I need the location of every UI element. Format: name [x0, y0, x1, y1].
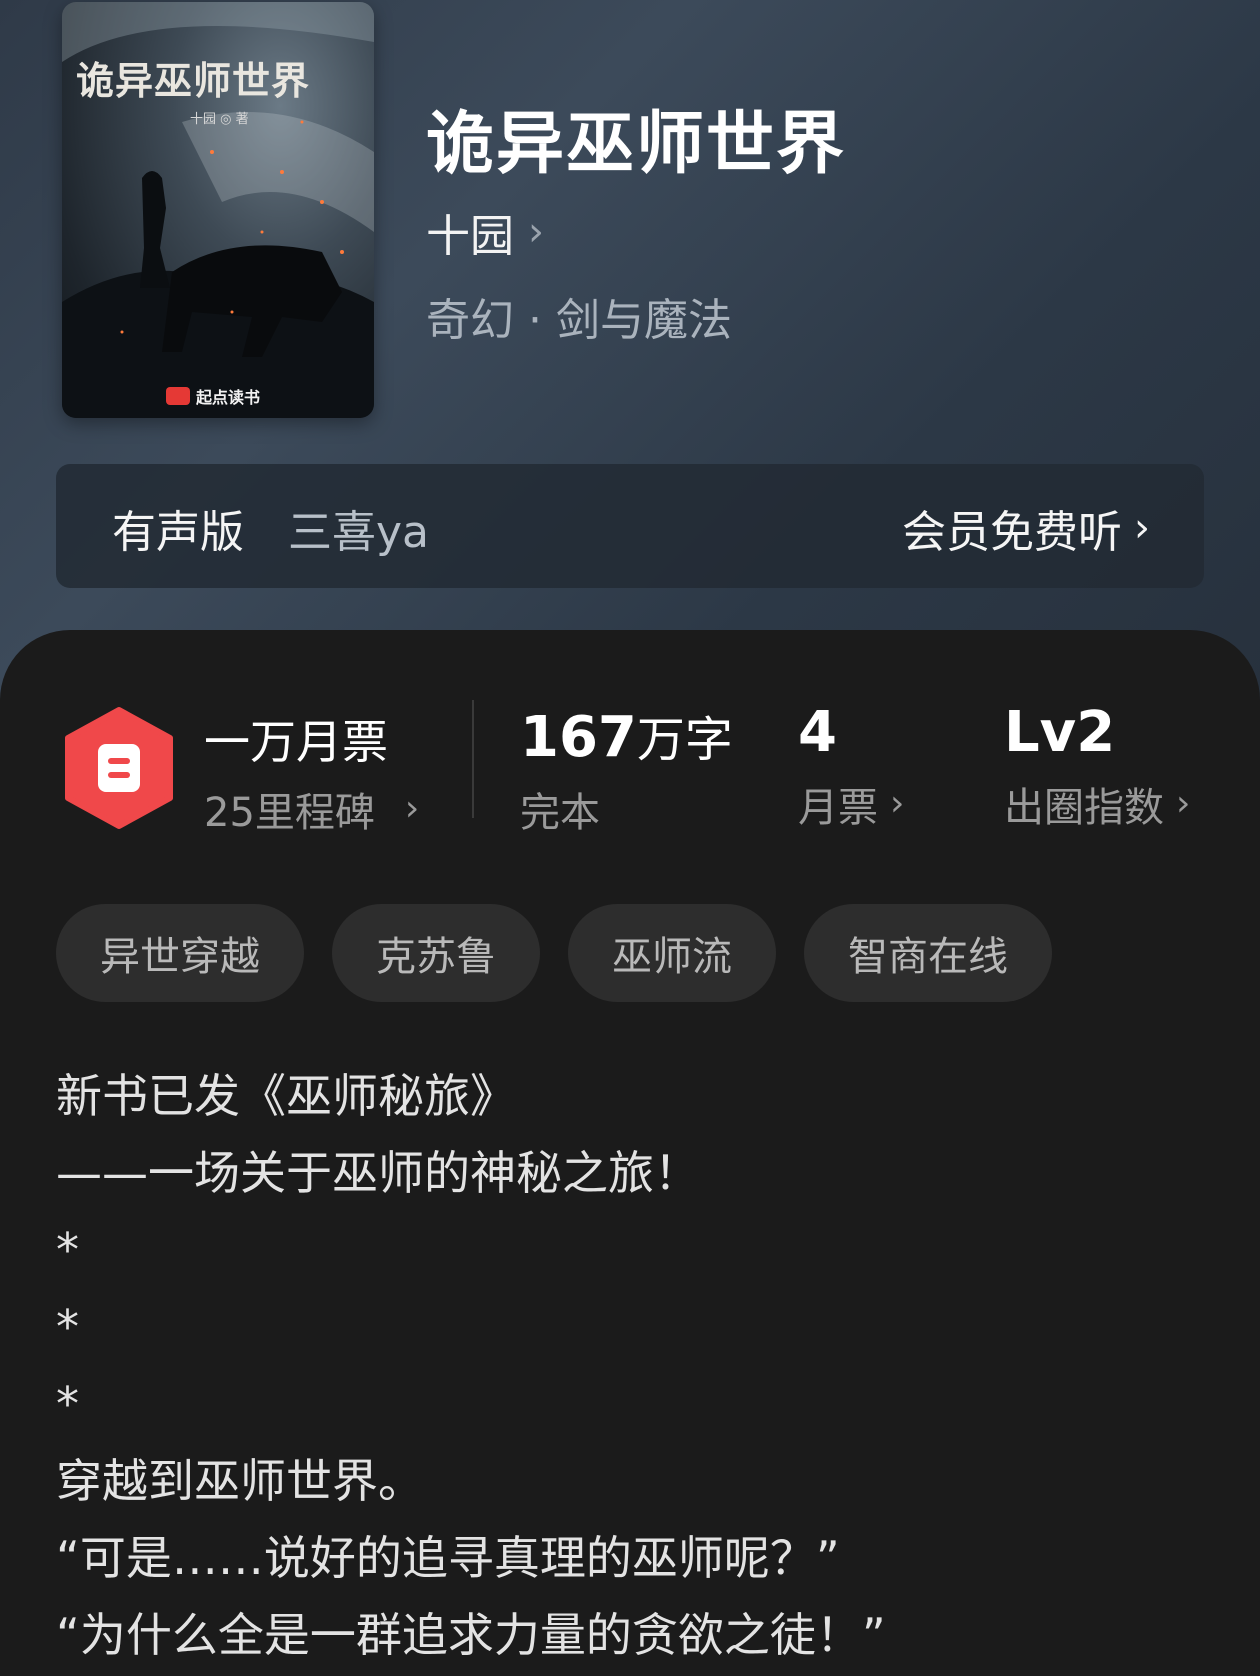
- author-name: 十园: [426, 211, 514, 262]
- word-count-unit: 万字: [636, 712, 733, 768]
- honor-sub: 25里程碑: [204, 790, 375, 836]
- monthly-tickets: 4: [798, 700, 904, 765]
- description-line: 新书已发《巫师秘旅》: [56, 1069, 516, 1123]
- book-description[interactable]: 新书已发《巫师秘旅》 ——一场关于巫师的神秘之旅！ * * * 穿越到巫师世界。…: [56, 1058, 1206, 1674]
- cover-title: 诡异巫师世界: [76, 58, 311, 103]
- description-line: *: [56, 1300, 79, 1354]
- influence-label: 出圈指数: [1004, 785, 1164, 831]
- word-count-number: 167: [520, 705, 637, 770]
- book-cover[interactable]: 诡异巫师世界 十园 ◎ 著 起点读书: [62, 2, 374, 418]
- chevron-right-icon: ›: [528, 209, 544, 255]
- tag-chip[interactable]: 异世穿越: [56, 904, 304, 1002]
- cover-author: 十园 ◎ 著: [190, 112, 249, 127]
- description-line: *: [56, 1377, 79, 1431]
- book-genre[interactable]: 奇幻 · 剑与魔法: [426, 284, 732, 348]
- monthly-tickets-label: 月票: [798, 785, 878, 831]
- chevron-right-icon: ›: [1176, 783, 1191, 824]
- influence-value: Lv2: [1004, 700, 1116, 765]
- cover-publisher-logo: 起点读书: [166, 384, 260, 408]
- description-line: 穿越到巫师世界。: [56, 1454, 424, 1508]
- description-line: “为什么全是一群追求力量的贪欲之徒！”: [56, 1608, 886, 1662]
- stats-divider: [472, 700, 474, 818]
- audio-narrator: 三喜ya: [288, 507, 430, 558]
- member-free-listen-button[interactable]: 会员免费听 ›: [902, 496, 1150, 560]
- cover-publisher-text: 起点读书: [196, 388, 261, 407]
- description-line: “可是……说好的追寻真理的巫师呢？”: [56, 1531, 840, 1585]
- tag-chip[interactable]: 巫师流: [568, 904, 776, 1002]
- author-link[interactable]: 十园 ›: [426, 200, 544, 264]
- word-count-stat: 167万字 完本: [520, 700, 733, 838]
- qidian-logo-icon: [166, 387, 190, 405]
- influence-stat[interactable]: Lv2 出圈指数 ›: [1004, 700, 1190, 833]
- word-count: 167万字: [520, 700, 733, 770]
- tag-chip[interactable]: 克苏鲁: [332, 904, 540, 1002]
- chevron-right-icon: ›: [1134, 505, 1150, 551]
- chevron-right-icon: ›: [890, 783, 905, 824]
- tag-chip[interactable]: 智商在线: [804, 904, 1052, 1002]
- book-status: 完本: [520, 780, 733, 838]
- monthly-tickets-value: 4: [798, 700, 837, 765]
- honor-stat[interactable]: 一万月票 25里程碑 ›: [204, 706, 419, 838]
- influence-sub: 出圈指数 ›: [1004, 775, 1190, 833]
- chevron-right-icon: ›: [404, 788, 420, 829]
- honor-title: 一万月票: [204, 715, 388, 769]
- monthly-tickets-stat[interactable]: 4 月票 ›: [798, 700, 904, 833]
- monthly-ticket-badge-icon[interactable]: [62, 706, 176, 830]
- book-title: 诡异巫师世界: [426, 104, 847, 184]
- monthly-tickets-sub: 月票 ›: [798, 775, 904, 833]
- tag-list: 异世穿越 克苏鲁 巫师流 智商在线: [56, 904, 1052, 1002]
- description-line: ——一场关于巫师的神秘之旅！: [56, 1146, 700, 1200]
- audio-label: 有声版: [112, 507, 244, 558]
- audio-version-bar[interactable]: 有声版 三喜ya 会员免费听 ›: [56, 464, 1204, 588]
- audio-cta-label: 会员免费听: [902, 507, 1122, 558]
- description-line: *: [56, 1223, 79, 1277]
- book-status-label: 完本: [520, 790, 600, 836]
- influence: Lv2: [1004, 700, 1190, 765]
- honor-sub-row: 25里程碑 ›: [204, 780, 419, 838]
